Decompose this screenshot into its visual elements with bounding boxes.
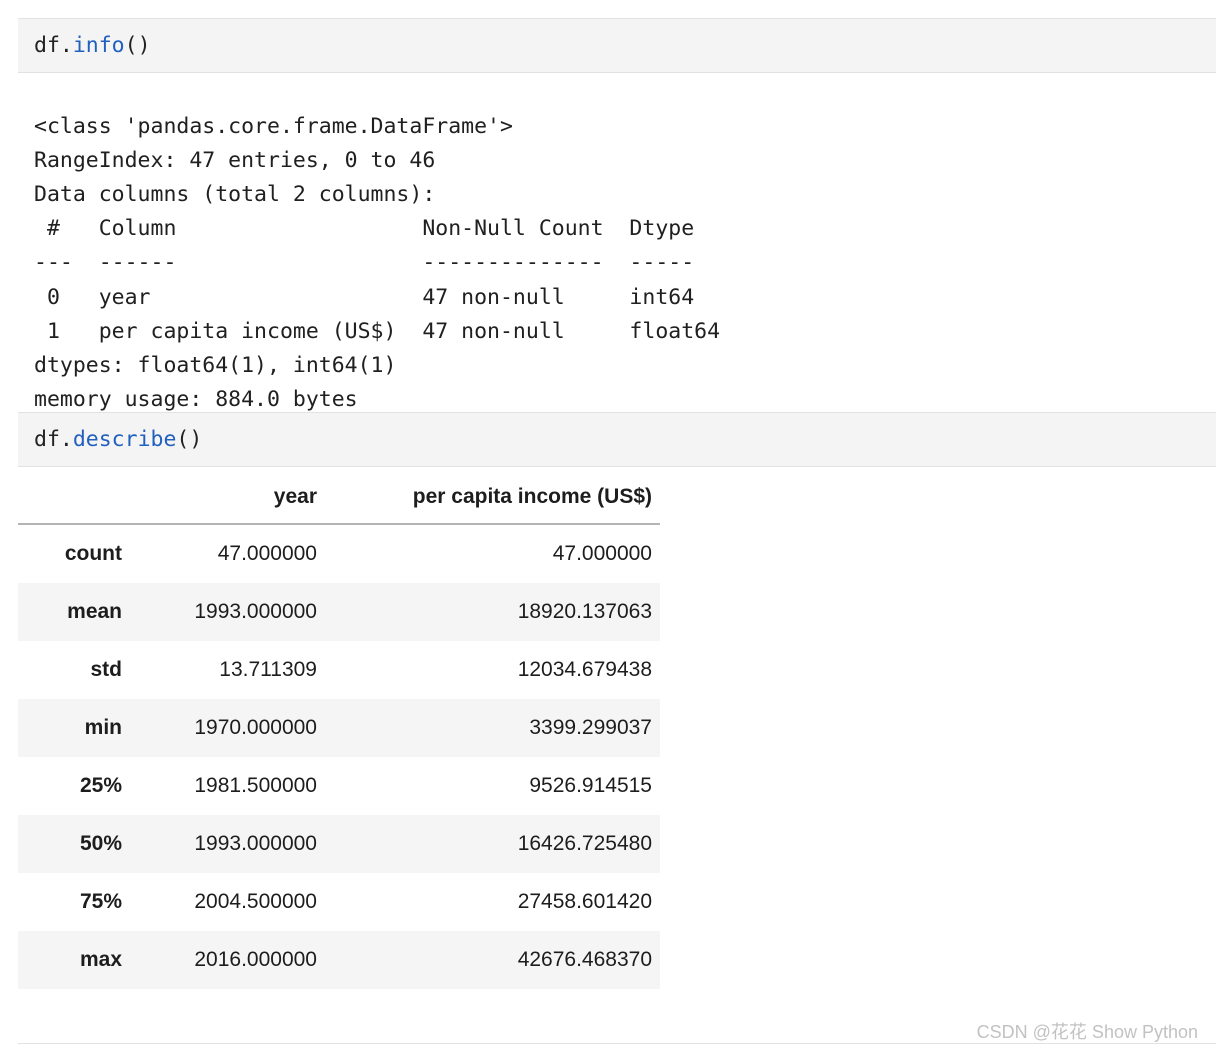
table-row: count 47.000000 47.000000 — [18, 524, 660, 583]
dataframe-table: year per capita income (US$) count 47.00… — [18, 485, 660, 989]
row-label: std — [90, 658, 123, 681]
cell-year: 1993.000000 — [194, 832, 317, 855]
table-header-year: year — [273, 485, 317, 508]
code-token-parens: () — [176, 427, 203, 452]
cell-per-capita-income: 12034.679438 — [517, 658, 652, 681]
row-label: 25% — [79, 774, 122, 797]
table-header-row: year per capita income (US$) — [18, 485, 660, 524]
cell-year: 2004.500000 — [194, 890, 317, 913]
table-head: year per capita income (US$) — [18, 485, 660, 524]
notebook-container: df.info() <class 'pandas.core.frame.Data… — [0, 0, 1216, 1050]
table-body: count 47.000000 47.000000 mean 1993.0000… — [18, 524, 660, 989]
table-header-per-capita-income: per capita income (US$) — [412, 485, 652, 508]
code-token-parens: () — [124, 33, 151, 58]
code-cell-info[interactable]: df.info() — [18, 18, 1216, 73]
cell-per-capita-income: 42676.468370 — [517, 948, 652, 971]
row-label: mean — [67, 600, 122, 623]
table-header-index — [18, 485, 122, 524]
cell-year: 1981.500000 — [194, 774, 317, 797]
code-cell-describe[interactable]: df.describe() — [18, 412, 1216, 467]
cell-year: 2016.000000 — [194, 948, 317, 971]
describe-output-table: year per capita income (US$) count 47.00… — [18, 485, 660, 989]
code-token-method: describe — [72, 427, 177, 452]
cell-year: 1993.000000 — [194, 600, 317, 623]
info-output-text: <class 'pandas.core.frame.DataFrame'> Ra… — [34, 113, 721, 413]
table-row: min 1970.000000 3399.299037 — [18, 699, 660, 757]
cell-per-capita-income: 3399.299037 — [529, 716, 652, 739]
cell-year: 13.711309 — [219, 658, 317, 681]
table-row: 25% 1981.500000 9526.914515 — [18, 757, 660, 815]
table-row: 75% 2004.500000 27458.601420 — [18, 873, 660, 931]
csdn-watermark: CSDN @花花 Show Python — [976, 1022, 1198, 1042]
cell-per-capita-income: 18920.137063 — [517, 600, 652, 623]
bottom-divider — [18, 1043, 1216, 1044]
table-row: std 13.711309 12034.679438 — [18, 641, 660, 699]
code-line-info: df.info() — [18, 19, 1216, 73]
row-label: max — [79, 948, 122, 971]
cell-per-capita-income: 47.000000 — [552, 542, 652, 565]
row-label: count — [64, 542, 122, 565]
cell-per-capita-income: 9526.914515 — [529, 774, 652, 797]
cell-year: 47.000000 — [217, 542, 317, 565]
table-row: mean 1993.000000 18920.137063 — [18, 583, 660, 641]
table-row: max 2016.000000 42676.468370 — [18, 931, 660, 989]
code-token-object: df. — [34, 33, 73, 58]
code-line-describe: df.describe() — [18, 413, 1216, 467]
code-token-object: df. — [34, 427, 73, 452]
table-row: 50% 1993.000000 16426.725480 — [18, 815, 660, 873]
cell-year: 1970.000000 — [194, 716, 317, 739]
row-label: min — [84, 716, 122, 739]
row-label: 75% — [79, 890, 122, 913]
cell-per-capita-income: 16426.725480 — [517, 832, 652, 855]
cell-per-capita-income: 27458.601420 — [517, 890, 652, 913]
row-label: 50% — [79, 832, 122, 855]
code-token-method: info — [72, 33, 125, 58]
